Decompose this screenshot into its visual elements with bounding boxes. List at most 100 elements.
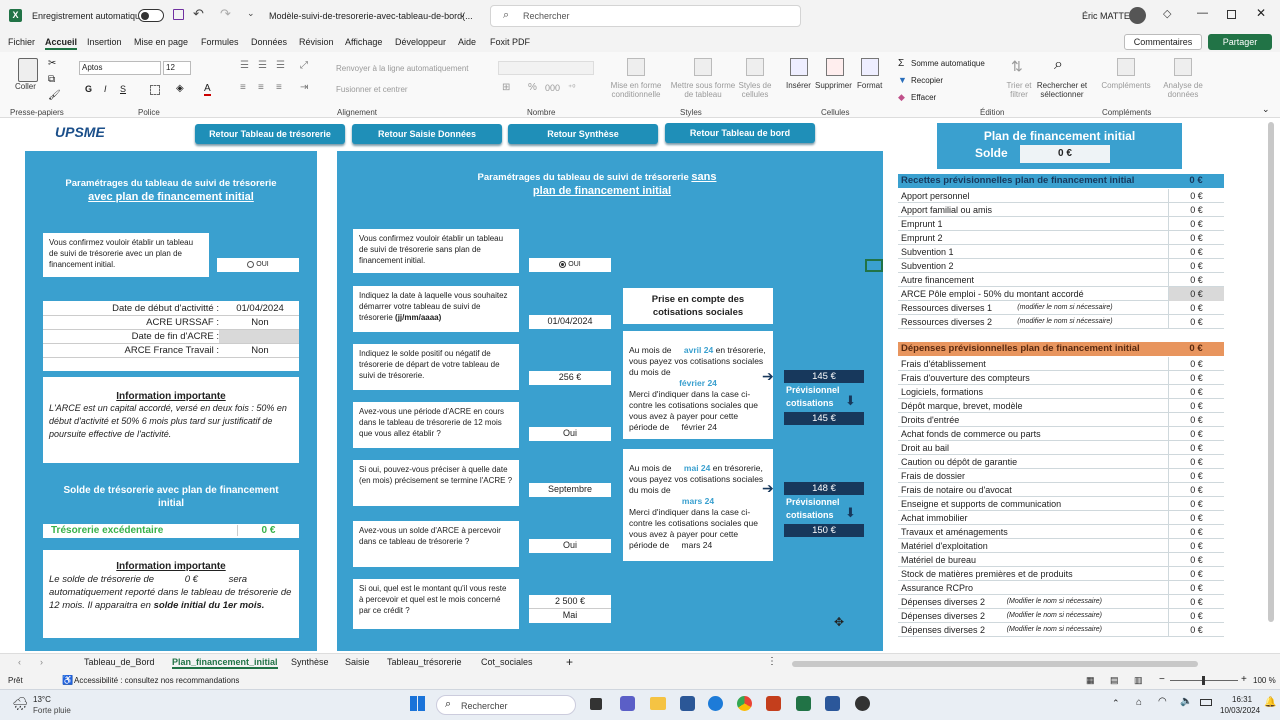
q7-month[interactable]: Mai <box>529 609 611 623</box>
tab-plan-financement[interactable]: Plan_financement_initial <box>172 657 278 669</box>
percent-icon[interactable]: % <box>528 82 537 93</box>
nav-button-tableau-bord[interactable]: Retour Tableau de bord <box>665 123 815 143</box>
weather-icon[interactable]: 🌧 <box>12 696 29 712</box>
undo-icon[interactable]: ↶ <box>193 6 204 22</box>
find-select-icon[interactable]: ⌕ <box>1054 56 1063 74</box>
app-icon-1[interactable] <box>680 696 695 711</box>
row-label[interactable]: Dépenses diverses 2 <box>901 609 985 623</box>
indent-icon[interactable]: ⇥ <box>300 82 308 93</box>
row-value[interactable]: 0 € <box>1168 427 1224 441</box>
word-icon[interactable] <box>825 696 840 711</box>
page-break-icon[interactable]: ▥ <box>1134 675 1143 686</box>
row-value[interactable]: 0 € <box>1168 301 1224 315</box>
row-label[interactable]: Frais de dossier <box>901 469 965 483</box>
sort-filter-button[interactable]: Trier et filtrer <box>1001 81 1037 99</box>
app-icon-3[interactable] <box>855 696 870 711</box>
data-analysis-icon[interactable] <box>1174 58 1192 76</box>
zoom-in-icon[interactable]: + <box>1241 674 1247 685</box>
align-top-icon[interactable]: ☰ <box>240 60 249 71</box>
row-value[interactable]: 0 € <box>1168 441 1224 455</box>
row-label[interactable]: Droits d'entrée <box>901 413 959 427</box>
row-value[interactable]: 0 € <box>1168 455 1224 469</box>
taskbar-search[interactable]: ⌕ Rechercher <box>436 695 576 715</box>
tab-saisie[interactable]: Saisie <box>345 657 370 667</box>
row-label[interactable]: Dépôt marque, brevet, modèle <box>901 399 1023 413</box>
row-label[interactable]: Droit au bail <box>901 441 949 455</box>
merge-center-button[interactable]: Fusionner et centrer <box>336 85 408 94</box>
wifi-icon[interactable]: ◠ <box>1158 696 1167 707</box>
fill-button[interactable]: Recopier <box>911 76 943 85</box>
orientation-icon[interactable]: ⤢ <box>300 60 308 71</box>
cot1-value-1[interactable]: 145 € <box>784 370 864 383</box>
cut-icon[interactable]: ✂ <box>48 58 56 69</box>
row-label[interactable]: Dépenses diverses 2 <box>901 595 985 609</box>
row-label[interactable]: Matériel de bureau <box>901 553 976 567</box>
sort-filter-icon[interactable]: ⇅ <box>1011 58 1023 75</box>
minimize-icon[interactable]: — <box>1197 7 1208 19</box>
menu-formules[interactable]: Formules <box>201 37 239 47</box>
align-center-icon[interactable]: ≡ <box>258 82 264 93</box>
row-label[interactable]: Apport personnel <box>901 189 970 203</box>
row-label[interactable]: Achat fonds de commerce ou parts <box>901 427 1041 441</box>
accessibility-text[interactable]: Accessibilité : consultez nos recommanda… <box>74 676 239 685</box>
font-color-icon[interactable]: A <box>204 83 211 96</box>
cot1-value-2[interactable]: 145 € <box>784 412 864 425</box>
close-icon[interactable]: ✕ <box>1256 6 1266 20</box>
wrap-text-button[interactable]: Renvoyer à la ligne automatiquement <box>336 64 469 73</box>
border-icon[interactable] <box>150 85 160 95</box>
font-name-select[interactable]: Aptos <box>79 61 161 75</box>
row-value[interactable]: 0 € <box>1168 231 1224 245</box>
row-label[interactable]: Travaux et aménagements <box>901 525 1008 539</box>
row-value[interactable]: 0 € <box>1168 217 1224 231</box>
q4-answer[interactable]: Oui <box>529 427 611 441</box>
row-label[interactable]: Assurance RCPro <box>901 581 973 595</box>
tray-chevron-icon[interactable]: ⌃ <box>1112 698 1120 709</box>
row-label[interactable]: Matériel d'exploitation <box>901 539 988 553</box>
row-label[interactable]: Logiciels, formations <box>901 385 983 399</box>
page-layout-icon[interactable]: ▤ <box>1110 675 1119 686</box>
cell-styles-button[interactable]: Styles de cellules <box>735 81 775 99</box>
filename-dropdown-icon[interactable]: ⌄ <box>459 10 466 19</box>
tab-prev-icon[interactable]: ‹ <box>18 657 21 667</box>
format-button[interactable]: Format <box>857 81 882 90</box>
row-label[interactable]: Achat immobilier <box>901 511 968 525</box>
accessibility-icon[interactable]: ♿ <box>62 675 73 686</box>
row-value[interactable]: 0 € <box>1168 203 1224 217</box>
row-value[interactable]: 0 € <box>1168 623 1224 637</box>
format-table-icon[interactable] <box>694 58 712 76</box>
excel-taskbar-icon[interactable] <box>796 696 811 711</box>
data-analysis-button[interactable]: Analyse de données <box>1160 81 1206 99</box>
notification-icon[interactable]: 🔔 <box>1264 697 1276 708</box>
row-value[interactable]: 0 € <box>1168 483 1224 497</box>
date-fin-acre-value[interactable] <box>219 330 299 343</box>
menu-developpeur[interactable]: Développeur <box>395 37 446 47</box>
row-value[interactable]: 0 € <box>1168 553 1224 567</box>
row-label[interactable]: Frais d'ouverture des compteurs <box>901 371 1030 385</box>
teams-icon[interactable] <box>620 696 635 711</box>
menu-aide[interactable]: Aide <box>458 37 476 47</box>
powerpoint-icon[interactable] <box>766 696 781 711</box>
selected-cell[interactable] <box>865 259 883 272</box>
row-value[interactable]: 0 € <box>1168 497 1224 511</box>
cell-styles-icon[interactable] <box>746 58 764 76</box>
date-debut-value[interactable]: 01/04/2024 <box>229 303 291 314</box>
menu-donnees[interactable]: Données <box>251 37 287 47</box>
comments-button[interactable]: Commentaires <box>1124 34 1202 50</box>
restore-icon[interactable] <box>1227 10 1236 19</box>
cond-format-button[interactable]: Mise en forme conditionnelle <box>606 81 666 99</box>
add-sheet-icon[interactable]: + <box>566 655 573 669</box>
q1-radio[interactable]: OUI <box>529 258 611 272</box>
autosum-icon[interactable]: Σ <box>898 58 904 69</box>
fill-color-icon[interactable]: ◈ <box>176 83 184 94</box>
horizontal-scrollbar[interactable] <box>792 661 1198 667</box>
autosave-toggle[interactable] <box>138 9 164 22</box>
row-value[interactable]: 0 € <box>1168 287 1224 301</box>
row-label[interactable]: Frais de notaire ou d'avocat <box>901 483 1012 497</box>
volume-icon[interactable]: 🔈 <box>1180 696 1192 707</box>
nav-button-saisie[interactable]: Retour Saisie Données <box>352 124 502 144</box>
align-middle-icon[interactable]: ☰ <box>258 60 267 71</box>
format-painter-icon[interactable]: 🖌 <box>48 90 61 101</box>
row-label[interactable]: Emprunt 1 <box>901 217 943 231</box>
row-value[interactable]: 0 € <box>1168 371 1224 385</box>
row-label[interactable]: Emprunt 2 <box>901 231 943 245</box>
